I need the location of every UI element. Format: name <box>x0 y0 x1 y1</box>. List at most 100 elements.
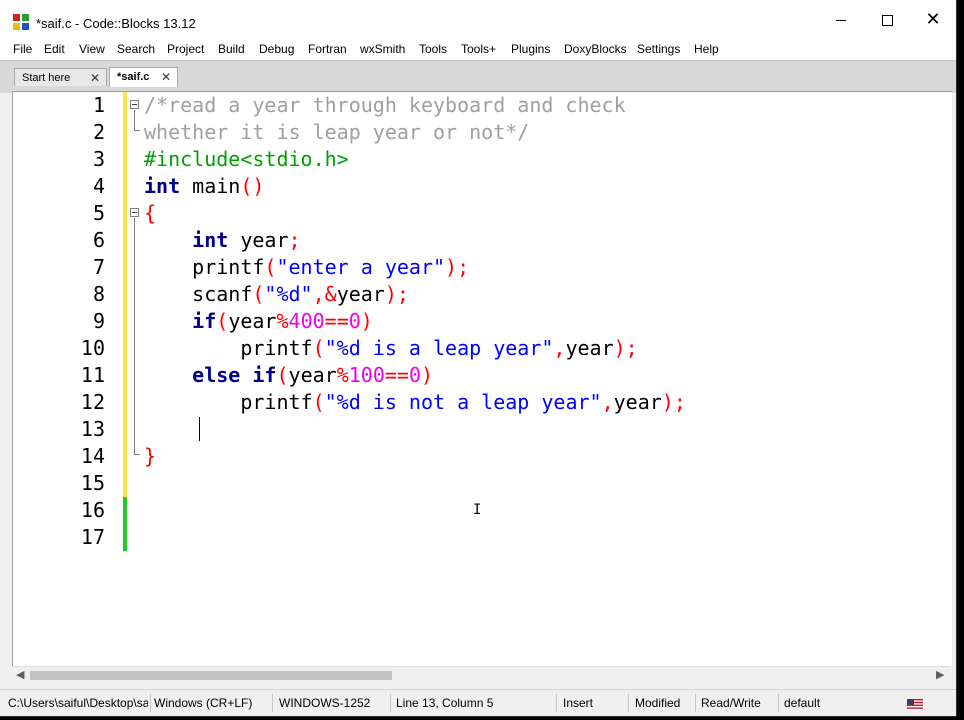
code-line[interactable]: if(year%400==0) <box>144 308 373 335</box>
menu-view[interactable]: View <box>79 42 105 56</box>
change-marker <box>123 362 127 389</box>
code-token: ) <box>360 309 373 333</box>
change-marker <box>123 173 127 200</box>
maximize-button[interactable] <box>864 0 910 40</box>
code-line[interactable]: printf("%d is not a leap year",year); <box>144 389 686 416</box>
code-token: int <box>144 174 181 198</box>
code-line[interactable]: #include<stdio.h> <box>144 146 349 173</box>
change-marker <box>123 416 127 443</box>
fold-margin <box>127 92 143 667</box>
editor-tab-strip: Start here ✕ *saif.c ✕ <box>0 60 956 93</box>
scroll-right-icon[interactable]: ▶ <box>936 668 944 681</box>
code-token: scanf <box>144 282 253 306</box>
tab-label: Start here <box>22 72 71 84</box>
code-token: year <box>228 309 277 333</box>
code-line[interactable]: scanf("%d",&year); <box>144 281 409 308</box>
code-text-area[interactable]: /*read a year through keyboard and check… <box>144 92 952 667</box>
status-divider <box>628 694 629 712</box>
line-number: 13 <box>80 417 105 441</box>
menu-plugins[interactable]: Plugins <box>511 42 550 56</box>
code-token: 0 <box>408 363 422 387</box>
code-line[interactable]: else if(year%100==0) <box>144 362 433 389</box>
code-line[interactable]: printf("%d is a leap year",year); <box>144 335 637 362</box>
menu-debug[interactable]: Debug <box>259 42 294 56</box>
horizontal-scrollbar[interactable]: ◀ ▶ <box>12 666 951 685</box>
code-editor[interactable]: 1 2 3 4 5 6 7 8 9 10 11 12 13 14 15 16 17 /*read a year … <box>12 91 952 667</box>
code-token: printf <box>144 390 313 414</box>
code-line[interactable]: /*read a year through keyboard and check <box>144 92 626 119</box>
menu-project[interactable]: Project <box>167 42 204 56</box>
fold-end-marker <box>134 130 140 131</box>
scroll-left-icon[interactable]: ◀ <box>16 668 24 681</box>
change-marker <box>123 281 127 308</box>
menu-search[interactable]: Search <box>117 42 155 56</box>
menu-settings[interactable]: Settings <box>637 42 680 56</box>
code-token: () <box>240 174 265 198</box>
code-line[interactable]: int main() <box>144 173 264 200</box>
tab-close-icon[interactable]: ✕ <box>90 69 100 87</box>
fold-end-marker <box>134 454 140 455</box>
menu-file[interactable]: File <box>13 42 32 56</box>
status-divider <box>390 694 391 712</box>
change-marker <box>123 146 127 173</box>
line-number: 6 <box>92 228 105 252</box>
us-flag-icon <box>907 699 923 710</box>
line-number: 8 <box>92 282 105 306</box>
change-marker <box>123 443 127 470</box>
fold-toggle-icon[interactable] <box>130 100 139 109</box>
change-marker <box>123 308 127 335</box>
tab-close-icon[interactable]: ✕ <box>161 68 171 86</box>
title-bar[interactable]: *saif.c - Code::Blocks 13.12 ✕ <box>0 0 956 40</box>
code-line[interactable]: } <box>144 443 156 470</box>
line-number: 16 <box>80 498 105 522</box>
line-number-gutter: 1 2 3 4 5 6 7 8 9 10 11 12 13 14 15 16 17 <box>13 92 122 667</box>
status-bar: C:\Users\saiful\Desktop\sa Windows (CR+L… <box>0 689 956 716</box>
status-cursor-position: Line 13, Column 5 <box>396 696 494 710</box>
line-number: 10 <box>80 336 105 360</box>
menu-doxyblocks[interactable]: DoxyBlocks <box>564 42 627 56</box>
close-button[interactable]: ✕ <box>910 0 956 40</box>
line-number: 15 <box>80 471 105 495</box>
menu-build[interactable]: Build <box>218 42 245 56</box>
code-token: "%d" <box>264 282 313 306</box>
code-line[interactable]: int year; <box>144 227 300 254</box>
status-read-write: Read/Write <box>701 696 761 710</box>
status-modified: Modified <box>635 696 681 710</box>
ibeam-cursor-icon: I <box>473 502 482 518</box>
code-token: 400 <box>288 309 325 333</box>
fold-toggle-icon[interactable] <box>130 208 139 217</box>
change-marker <box>123 389 127 416</box>
code-line[interactable]: { <box>144 200 156 227</box>
scrollbar-thumb[interactable] <box>30 671 392 680</box>
status-eol: Windows (CR+LF) <box>154 696 253 710</box>
menu-help[interactable]: Help <box>694 42 719 56</box>
tab-saif-c[interactable]: *saif.c ✕ <box>109 67 178 87</box>
line-number: 4 <box>92 174 105 198</box>
code-token: "enter a year" <box>276 255 446 279</box>
code-token: ( <box>276 363 289 387</box>
menu-edit[interactable]: Edit <box>44 42 65 56</box>
menu-tools[interactable]: Tools <box>419 42 447 56</box>
menu-fortran[interactable]: Fortran <box>308 42 347 56</box>
fold-line <box>134 218 135 454</box>
code-token: , <box>553 336 566 360</box>
maximize-icon <box>881 14 893 26</box>
tab-start-here[interactable]: Start here ✕ <box>14 68 107 86</box>
menu-tools-plus[interactable]: Tools+ <box>461 42 496 56</box>
line-number: 7 <box>92 255 105 279</box>
window-title: *saif.c - Code::Blocks 13.12 <box>36 16 196 31</box>
code-token: ( <box>216 309 229 333</box>
code-token: ); <box>445 255 470 279</box>
code-token: ,& <box>312 282 337 306</box>
menu-wxsmith[interactable]: wxSmith <box>360 42 405 56</box>
code-line[interactable]: printf("enter a year"); <box>144 254 469 281</box>
line-number: 12 <box>80 390 105 414</box>
minimize-button[interactable] <box>818 0 864 40</box>
line-number: 17 <box>80 525 105 549</box>
line-number: 5 <box>92 201 105 225</box>
status-divider <box>695 694 696 712</box>
status-divider <box>272 694 273 712</box>
code-line[interactable]: whether it is leap year or not*/ <box>144 119 529 146</box>
line-number: 14 <box>80 444 105 468</box>
